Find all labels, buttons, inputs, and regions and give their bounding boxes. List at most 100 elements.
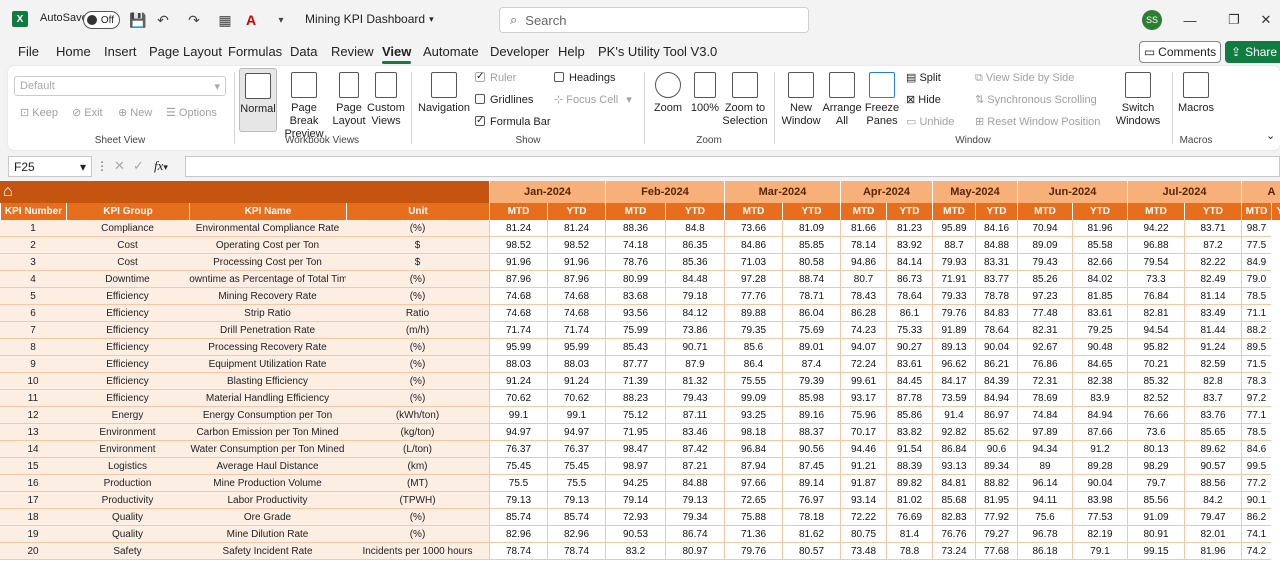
value-cell[interactable]: 85.26: [1017, 271, 1072, 288]
value-cell[interactable]: 75.45: [489, 458, 547, 475]
label-cell[interactable]: Processing Cost per Ton: [189, 254, 346, 271]
value-cell[interactable]: 90.04: [975, 339, 1017, 356]
value-cell[interactable]: 80.75: [840, 526, 886, 543]
value-cell[interactable]: 75.99: [605, 322, 665, 339]
value-cell[interactable]: 78.78: [975, 288, 1017, 305]
value-cell[interactable]: 88.03: [489, 356, 547, 373]
label-cell[interactable]: Productivity: [66, 492, 189, 509]
value-cell[interactable]: 90.56: [782, 441, 840, 458]
mtd-header[interactable]: MTD: [840, 203, 886, 220]
value-cell[interactable]: 87.45: [782, 458, 840, 475]
value-cell[interactable]: 76.37: [489, 441, 547, 458]
value-cell[interactable]: 93.17: [840, 390, 886, 407]
ytd-header[interactable]: YTD: [975, 203, 1017, 220]
insert-function-button[interactable]: fx▾: [154, 158, 168, 174]
value-cell[interactable]: 80.58: [782, 254, 840, 271]
value-cell[interactable]: 91.54: [886, 441, 932, 458]
label-cell[interactable]: Logistics: [66, 458, 189, 475]
value-cell[interactable]: 85.74: [489, 509, 547, 526]
value-cell[interactable]: 72.93: [605, 509, 665, 526]
value-cell[interactable]: 95.82: [1127, 339, 1184, 356]
value-cell[interactable]: 89.62: [1184, 441, 1241, 458]
tab-file[interactable]: File: [18, 44, 39, 59]
value-cell[interactable]: 92.82: [932, 424, 975, 441]
label-cell[interactable]: (%): [346, 390, 489, 407]
value-cell[interactable]: 88.37: [782, 424, 840, 441]
value-cell[interactable]: 87.77: [605, 356, 665, 373]
value-cell[interactable]: 79.34: [665, 509, 724, 526]
value-cell[interactable]: 75.33: [886, 322, 932, 339]
mtd-header[interactable]: MTD: [1017, 203, 1072, 220]
value-cell[interactable]: 90.6: [975, 441, 1017, 458]
ytd-header[interactable]: YTD: [1184, 203, 1241, 220]
undo-icon[interactable]: ↶: [153, 10, 173, 30]
headings-checkbox[interactable]: Headings: [554, 72, 615, 85]
macros-button[interactable]: Macros: [1176, 72, 1216, 115]
value-cell[interactable]: 79.43: [1017, 254, 1072, 271]
label-cell[interactable]: 1: [0, 220, 66, 237]
value-cell[interactable]: 77.68: [975, 543, 1017, 560]
value-cell[interactable]: 74.1: [1241, 526, 1271, 543]
month-header[interactable]: Apr-2024: [840, 181, 932, 203]
value-cell[interactable]: 79.47: [1184, 509, 1241, 526]
value-cell[interactable]: 86.2: [1241, 509, 1271, 526]
value-cell[interactable]: 74.68: [547, 305, 605, 322]
label-cell[interactable]: Mine Production Volume: [189, 475, 346, 492]
formula-input[interactable]: [185, 156, 1280, 177]
value-cell[interactable]: 84.65: [1072, 356, 1127, 373]
value-cell[interactable]: 89.82: [886, 475, 932, 492]
value-cell[interactable]: 80.13: [1127, 441, 1184, 458]
label-cell[interactable]: Efficiency: [66, 339, 189, 356]
value-cell[interactable]: 89.28: [1072, 458, 1127, 475]
customize-toolbar-icon[interactable]: ▾: [271, 10, 291, 30]
mtd-header[interactable]: MTD: [1241, 203, 1271, 220]
value-cell[interactable]: 95.89: [932, 220, 975, 237]
value-cell[interactable]: 88.36: [605, 220, 665, 237]
label-cell[interactable]: Safety Incident Rate: [189, 543, 346, 560]
value-cell[interactable]: 82.22: [1184, 254, 1241, 271]
value-cell[interactable]: 86.18: [1017, 543, 1072, 560]
new-view-button[interactable]: ⊕ New: [118, 107, 152, 120]
value-cell[interactable]: 85.65: [1184, 424, 1241, 441]
value-cell[interactable]: 85.74: [547, 509, 605, 526]
value-cell[interactable]: 87.66: [1072, 424, 1127, 441]
tab-page-layout[interactable]: Page Layout: [149, 44, 222, 59]
value-cell[interactable]: 89.14: [782, 475, 840, 492]
value-cell[interactable]: 82.38: [1072, 373, 1127, 390]
value-cell[interactable]: 75.45: [547, 458, 605, 475]
value-cell[interactable]: 87.11: [665, 407, 724, 424]
value-cell[interactable]: 85.6: [724, 339, 782, 356]
value-cell[interactable]: 81.4: [886, 526, 932, 543]
label-cell[interactable]: Drill Penetration Rate: [189, 322, 346, 339]
label-cell[interactable]: $: [346, 254, 489, 271]
value-cell[interactable]: 85.85: [782, 237, 840, 254]
value-cell[interactable]: 83.7: [1184, 390, 1241, 407]
value-cell[interactable]: 96.14: [1017, 475, 1072, 492]
value-cell[interactable]: 79.0: [1241, 271, 1271, 288]
label-cell[interactable]: $: [346, 237, 489, 254]
mtd-header[interactable]: MTD: [605, 203, 665, 220]
label-cell[interactable]: (km): [346, 458, 489, 475]
value-cell[interactable]: 97.89: [1017, 424, 1072, 441]
value-cell[interactable]: 79.1: [1072, 543, 1127, 560]
value-cell[interactable]: 72.22: [840, 509, 886, 526]
value-cell[interactable]: 91.24: [547, 373, 605, 390]
value-cell[interactable]: 74.68: [489, 288, 547, 305]
value-cell[interactable]: 74.23: [840, 322, 886, 339]
value-cell[interactable]: 78.71: [782, 288, 840, 305]
value-cell[interactable]: 90.27: [886, 339, 932, 356]
keep-button[interactable]: ⊡ Keep: [20, 107, 58, 120]
label-cell[interactable]: 7: [0, 322, 66, 339]
label-cell[interactable]: Environment: [66, 441, 189, 458]
value-cell[interactable]: 80.91: [1127, 526, 1184, 543]
value-cell[interactable]: 76.37: [547, 441, 605, 458]
value-cell[interactable]: 78.18: [782, 509, 840, 526]
value-cell[interactable]: 86.4: [724, 356, 782, 373]
label-cell[interactable]: Efficiency: [66, 390, 189, 407]
minimize-icon[interactable]: —: [1180, 10, 1200, 30]
value-cell[interactable]: 76.76: [932, 526, 975, 543]
value-cell[interactable]: 84.8: [665, 220, 724, 237]
month-header[interactable]: A: [1241, 181, 1280, 203]
value-cell[interactable]: 94.34: [1017, 441, 1072, 458]
value-cell[interactable]: 81.66: [840, 220, 886, 237]
